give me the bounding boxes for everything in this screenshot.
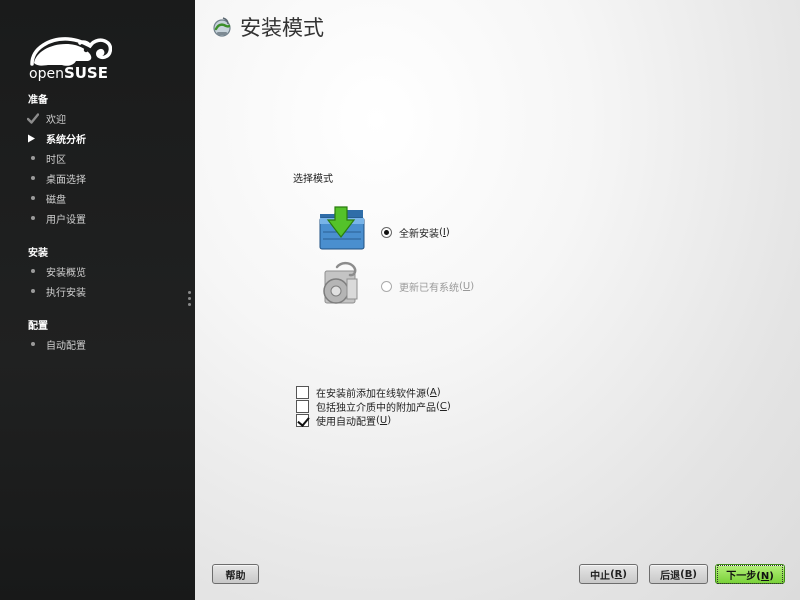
step-disk: 磁盘 <box>27 190 187 206</box>
option-add-online-repos[interactable]: 在安装前添加在线软件源(A) <box>296 385 441 400</box>
radio-new-install[interactable] <box>381 227 392 238</box>
step-system-analysis: 系统分析 <box>27 130 187 146</box>
step-install-overview: 安装概览 <box>27 263 187 279</box>
help-button[interactable]: 帮助 <box>212 564 259 584</box>
step-welcome: 欢迎 <box>27 110 187 126</box>
sidebar: openSUSE 准备 欢迎 系统分析 时区 桌面选择 磁盘 用户设置 安装 安… <box>0 0 195 600</box>
next-button[interactable]: 下一步(N) <box>715 564 785 584</box>
back-button-label: 后退 <box>660 570 681 582</box>
option-label: 使用自动配置 <box>316 417 376 428</box>
hotkey-update-system: U <box>462 281 471 292</box>
bullet-icon <box>27 342 46 346</box>
option-label: 包括独立介质中的附加产品 <box>316 403 436 414</box>
step-label: 执行安装 <box>46 287 86 299</box>
option-include-addon-products[interactable]: 包括独立介质中的附加产品(C) <box>296 399 451 414</box>
step-label: 磁盘 <box>46 194 66 206</box>
next-hotkey: N <box>760 570 770 582</box>
next-button-label: 下一步 <box>726 570 757 582</box>
mode-update-system[interactable]: 更新已有系统(U) <box>381 279 474 294</box>
step-desktop-selection: 桌面选择 <box>27 170 187 186</box>
update-system-icon <box>323 261 358 304</box>
step-timezone: 时区 <box>27 150 187 166</box>
checkmark-icon <box>27 112 46 124</box>
install-mode-icon <box>213 17 231 37</box>
brand-suffix: SUSE <box>63 64 108 82</box>
hotkey-new-install: I <box>442 227 446 238</box>
bullet-icon <box>27 269 46 273</box>
checkbox-add-online-repos[interactable] <box>296 386 309 399</box>
option-label: 在安装前添加在线软件源 <box>316 389 426 400</box>
page-title: 安装模式 <box>240 16 324 40</box>
opensuse-wordmark: openSUSE <box>29 64 108 82</box>
bullet-icon <box>27 196 46 200</box>
sidebar-resize-handle[interactable] <box>188 291 192 311</box>
step-label: 系统分析 <box>46 134 86 146</box>
step-user-settings: 用户设置 <box>27 210 187 226</box>
help-button-label: 帮助 <box>225 570 246 582</box>
step-label: 时区 <box>46 154 66 166</box>
bullet-icon <box>27 176 46 180</box>
hotkey-option: U <box>379 415 388 426</box>
radio-update-system[interactable] <box>381 281 392 292</box>
abort-button-label: 中止 <box>590 570 611 582</box>
abort-hotkey: R <box>614 568 623 580</box>
back-button[interactable]: 后退(B) <box>649 564 708 584</box>
step-label: 用户设置 <box>46 214 86 226</box>
bullet-icon <box>27 289 46 293</box>
step-label: 欢迎 <box>46 114 66 126</box>
play-arrow-icon <box>27 134 46 143</box>
step-label: 自动配置 <box>46 340 86 352</box>
checkbox-use-auto-config[interactable] <box>296 414 309 427</box>
hotkey-option: C <box>439 401 447 412</box>
step-auto-config: 自动配置 <box>27 336 187 352</box>
new-install-icon <box>319 206 365 250</box>
section-title-configure: 配置 <box>28 321 48 332</box>
checkbox-include-addon-products[interactable] <box>296 400 309 413</box>
step-perform-install: 执行安装 <box>27 283 187 299</box>
option-use-auto-config[interactable]: 使用自动配置(U) <box>296 413 391 428</box>
brand-prefix: open <box>29 66 64 82</box>
hotkey-option: A <box>429 387 437 398</box>
section-title-install: 安装 <box>28 248 48 259</box>
next-button-focus: 下一步(N) <box>717 564 783 584</box>
abort-button[interactable]: 中止(R) <box>579 564 638 584</box>
mode-new-install[interactable]: 全新安装(I) <box>381 225 450 240</box>
back-hotkey: B <box>684 568 693 580</box>
mode-update-system-label: 更新已有系统 <box>399 283 459 294</box>
main-panel: 安装模式 选择模式 全新安装(I) 更新已有系统(U) 在安装前添加在线软件源(… <box>195 0 800 600</box>
section-title-prepare: 准备 <box>28 95 48 106</box>
mode-new-install-label: 全新安装 <box>399 229 439 240</box>
bullet-icon <box>27 156 46 160</box>
mode-group-label: 选择模式 <box>293 174 333 185</box>
step-label: 桌面选择 <box>46 174 86 186</box>
bullet-icon <box>27 216 46 220</box>
step-label: 安装概览 <box>46 267 86 279</box>
